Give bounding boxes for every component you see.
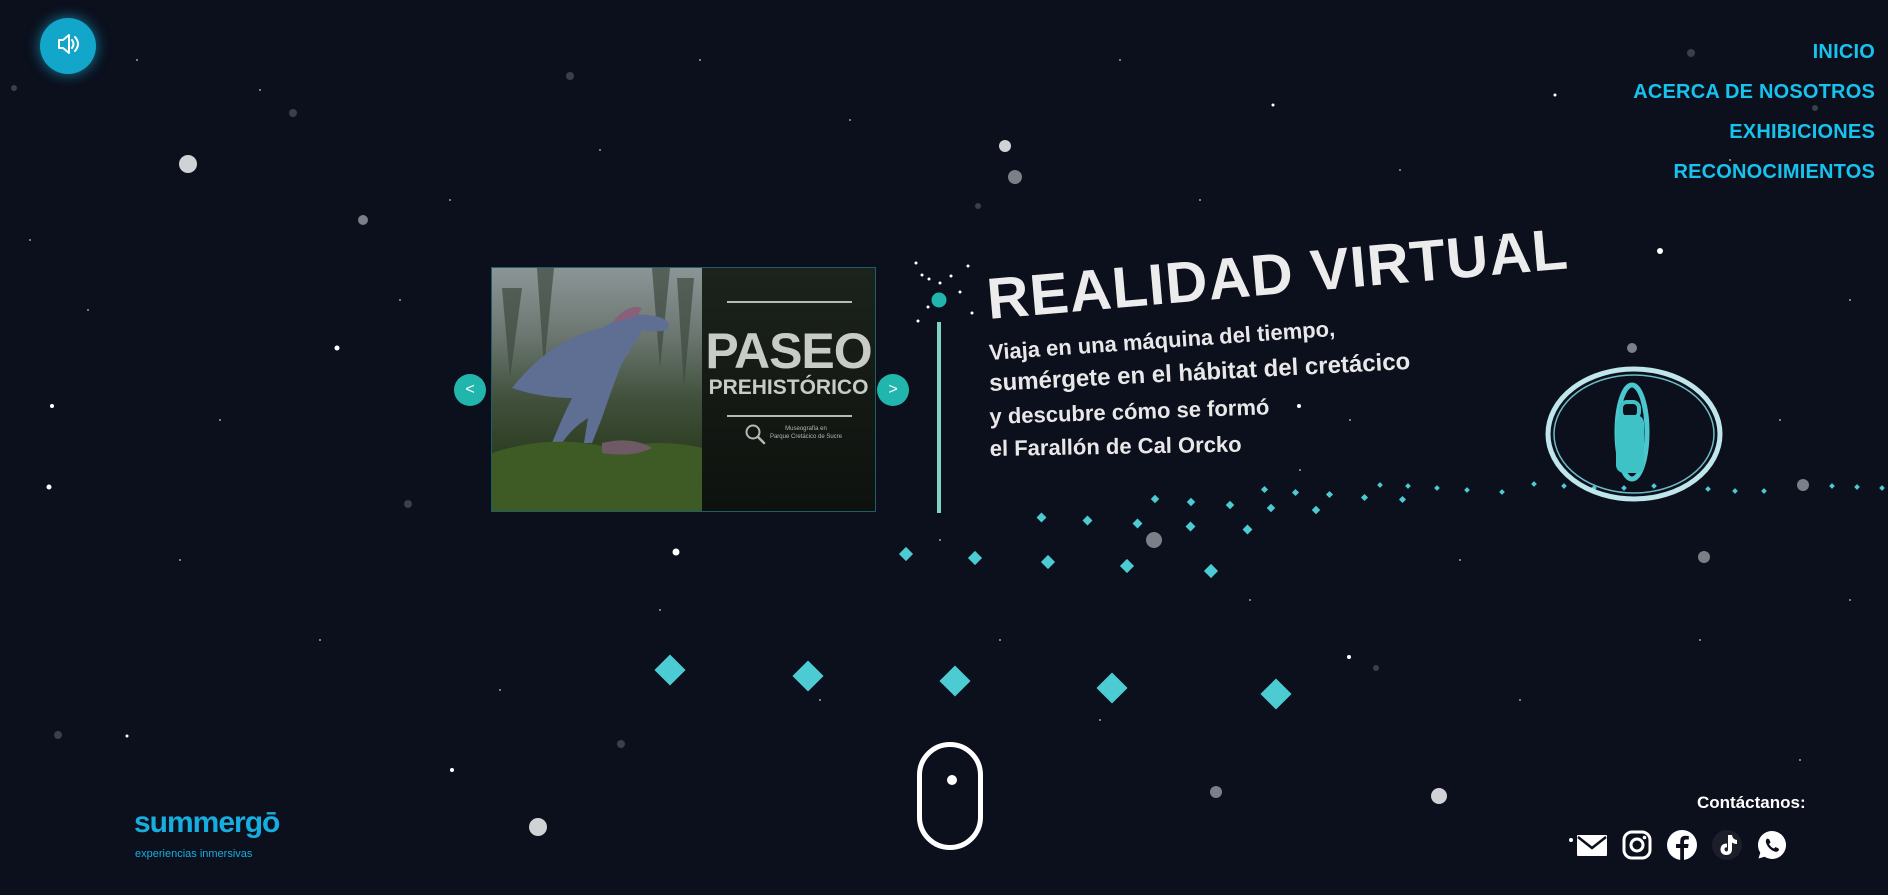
slide-caption-line2: Parque Cretácico de Sucre [769,434,843,440]
contact-label: Contáctanos: [1697,793,1806,812]
nav-item-inicio[interactable]: INICIO [1633,36,1875,76]
facebook-icon[interactable] [1666,829,1698,861]
tiktok-icon[interactable] [1711,829,1743,861]
whatsapp-icon[interactable] [1756,829,1788,861]
main-nav: INICIO ACERCA DE NOSOTROS EXHIBICIONES R… [1633,36,1875,196]
hero-line-4: el Farallón de Cal Orcko [989,431,1242,462]
slide-rule-top [727,301,852,303]
portal-icon [1545,366,1723,502]
sound-toggle-button[interactable] [40,18,96,74]
nav-item-reconocimientos[interactable]: RECONOCIMIENTOS [1633,156,1875,196]
slide-subtitle: PREHISTÓRICO [708,376,869,399]
mouse-wheel-dot [947,775,957,785]
nav-item-acerca[interactable]: ACERCA DE NOSOTROS [1633,76,1875,116]
slide-title: PASEO [705,323,872,379]
exhibition-slide[interactable]: PASEO PREHISTÓRICO Museografía en Parque… [491,267,876,512]
logo-tagline: experiencias inmersivas [135,848,253,860]
social-links [1576,829,1801,861]
carousel-next-button[interactable]: > [877,374,909,406]
instagram-icon[interactable] [1621,829,1653,861]
nav-item-exhibiciones[interactable]: EXHIBICIONES [1633,116,1875,156]
slide-rule-bottom [727,415,852,417]
dinosaur-photo [492,268,702,511]
carousel-prev-button[interactable]: < [454,374,486,406]
speaker-icon [54,30,82,63]
logo[interactable]: summergō [134,806,280,840]
scroll-mouse-icon[interactable] [917,742,983,850]
mail-icon[interactable] [1576,829,1608,861]
slide-caption: Museografía en Parque Cretácico de Sucre [756,425,856,441]
slide-caption-line1: Museografía en [785,426,827,432]
